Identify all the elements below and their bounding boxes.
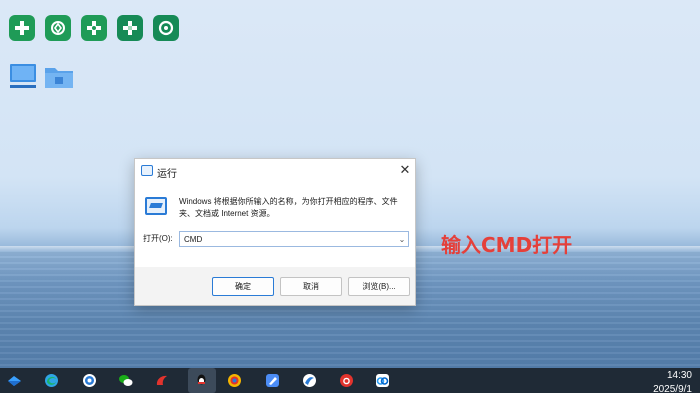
chevron-down-icon[interactable]: ⌄ bbox=[397, 233, 407, 245]
folder-icon[interactable] bbox=[44, 64, 74, 90]
browser-icon[interactable] bbox=[80, 371, 99, 390]
widgets-icon[interactable] bbox=[5, 371, 24, 390]
qq-icon[interactable] bbox=[192, 371, 211, 390]
baidu-netdisk-icon[interactable] bbox=[373, 371, 392, 390]
instruction-annotation: 输入CMD打开 bbox=[441, 233, 573, 257]
run-large-icon bbox=[145, 197, 167, 215]
run-dialog: 运行 ✕ Windows 将根据你所输入的名称，为你打开相应的程序、文件夹、文档… bbox=[134, 158, 416, 306]
notes-icon[interactable] bbox=[263, 371, 282, 390]
green-plus-app-icon-2[interactable] bbox=[81, 15, 107, 41]
green-link-app-icon[interactable] bbox=[45, 15, 71, 41]
clock-date: 2025/9/1 bbox=[653, 384, 692, 393]
taskbar: 14:30 2025/9/1 bbox=[0, 368, 700, 393]
dialog-title: 运行 bbox=[157, 169, 177, 180]
green-plus-app-icon[interactable] bbox=[9, 15, 35, 41]
clock-time: 14:30 bbox=[666, 370, 692, 381]
browse-button[interactable]: 浏览(B)... bbox=[348, 277, 410, 296]
ok-button[interactable]: 确定 bbox=[212, 277, 274, 296]
system-clock[interactable]: 14:30 2025/9/1 bbox=[653, 369, 692, 393]
this-pc-icon[interactable] bbox=[8, 63, 38, 91]
dialog-titlebar[interactable]: 运行 ✕ bbox=[135, 159, 415, 183]
green-plus-app-icon-3[interactable] bbox=[117, 15, 143, 41]
close-button[interactable]: ✕ bbox=[397, 162, 413, 178]
run-icon bbox=[141, 165, 153, 176]
open-label: 打开(O): bbox=[143, 234, 173, 243]
netease-music-icon[interactable] bbox=[337, 371, 356, 390]
cancel-button[interactable]: 取消 bbox=[280, 277, 342, 296]
green-recycle-app-icon[interactable] bbox=[153, 15, 179, 41]
open-input[interactable] bbox=[179, 231, 409, 247]
dialog-description: Windows 将根据你所输入的名称，为你打开相应的程序、文件夹、文档或 Int… bbox=[179, 197, 398, 218]
red-app-icon[interactable] bbox=[152, 371, 171, 390]
browser-blue-icon[interactable] bbox=[300, 371, 319, 390]
edge-icon[interactable] bbox=[42, 371, 61, 390]
dialog-content: Windows 将根据你所输入的名称，为你打开相应的程序、文件夹、文档或 Int… bbox=[135, 183, 415, 267]
photos-icon[interactable] bbox=[225, 371, 244, 390]
wechat-icon[interactable] bbox=[116, 371, 135, 390]
